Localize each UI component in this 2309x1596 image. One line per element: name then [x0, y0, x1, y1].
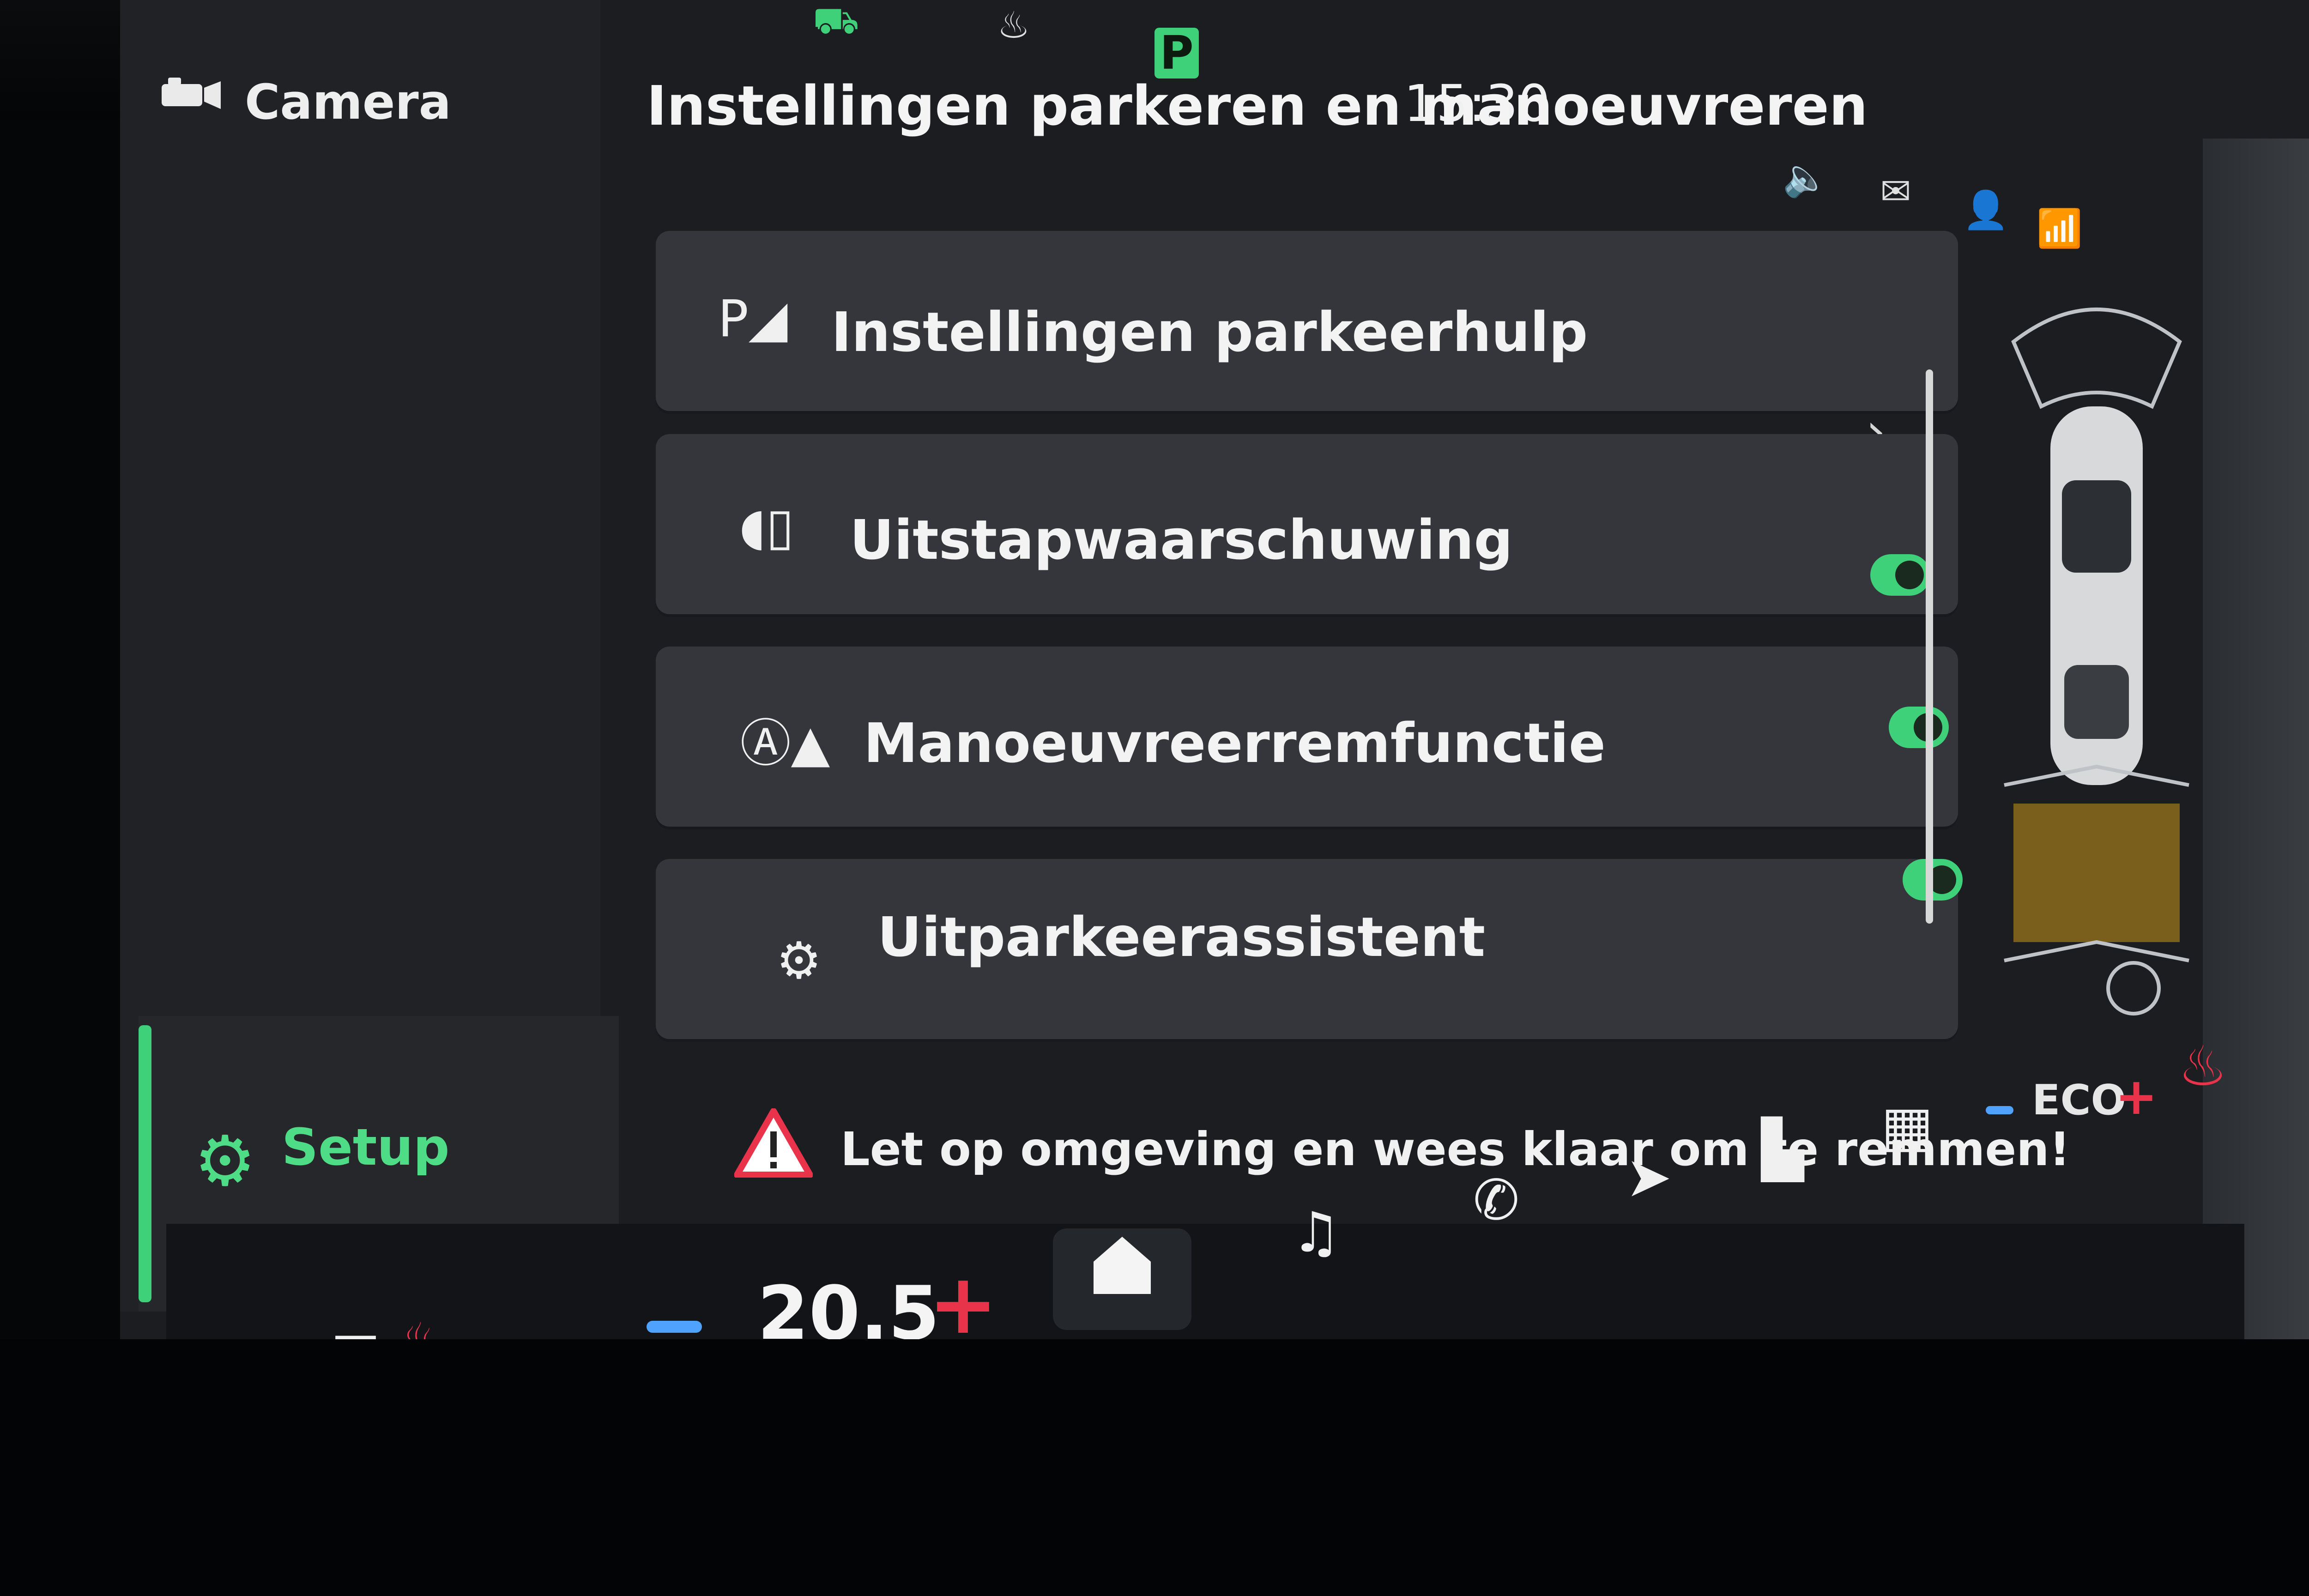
navigation-icon[interactable]: ➤	[1616, 1145, 1681, 1210]
temperature-increase-button[interactable]: +	[928, 1256, 998, 1353]
row-label-parking-assist: Instellingen parkeerhulp	[831, 300, 1588, 364]
drive-mode-plus-button[interactable]: +	[2115, 1067, 2158, 1126]
sidebar-item-setup[interactable]: Setup	[282, 1118, 449, 1177]
notification-icon[interactable]: ✉	[1875, 171, 1916, 212]
drive-mode-minus-button[interactable]	[1986, 1106, 2013, 1114]
temperature-decrease-button[interactable]	[647, 1321, 702, 1333]
seat-heating-right-icon[interactable]: ♨	[2170, 1034, 2235, 1099]
background-dashboard	[2203, 139, 2309, 1339]
row-label-park-out-assist: Uitparkeerassistent	[877, 905, 1486, 969]
exit-warning-icon: ◖▯	[739, 497, 794, 556]
maneuver-brake-icon: Ⓐ▲	[740, 714, 830, 773]
active-indicator	[139, 1025, 151, 1302]
park-gear-badge: P	[1154, 28, 1199, 79]
parking-sensor-graphic	[2004, 308, 2189, 1016]
row-label-exit-warning: Uitstapwaarschuwing	[850, 508, 1513, 572]
bottom-bezel	[0, 1339, 2309, 1596]
exit-warning-toggle[interactable]	[1870, 554, 1930, 596]
apps-grid-icon[interactable]: ▦	[1875, 1094, 1940, 1159]
parking-sensor-icon: P◢	[718, 289, 788, 348]
car-assist-icon: ⛟	[813, 0, 859, 42]
scrollbar[interactable]	[1926, 369, 1933, 924]
sidebar-item-camera[interactable]: Camera	[245, 74, 451, 130]
music-icon[interactable]: ♫	[1284, 1201, 1348, 1265]
page-title: Instellingen parkeren en manoeuvreren	[647, 74, 1868, 138]
maneuver-brake-toggle[interactable]	[1889, 707, 1949, 748]
profile-icon[interactable]: 👤	[1963, 189, 2009, 231]
volume-icon[interactable]: 🔈	[1783, 157, 1829, 199]
row-label-maneuver-brake: Manoeuvreerremfunctie	[864, 711, 1606, 775]
camera-icon	[162, 78, 221, 109]
phone-icon[interactable]: ✆	[1464, 1168, 1529, 1233]
drive-mode-label[interactable]: ECO	[2032, 1076, 2126, 1124]
park-out-assist-icon: ⚙	[776, 931, 822, 990]
traction-icon: ♨	[997, 4, 1030, 47]
warning-triangle-icon	[734, 1108, 813, 1178]
gear-icon: ⚙	[194, 1121, 256, 1202]
connectivity-icon[interactable]: 📶	[2037, 208, 2083, 249]
widgets-icon[interactable]: ▙	[1750, 1118, 1815, 1182]
home-icon	[1094, 1237, 1151, 1294]
